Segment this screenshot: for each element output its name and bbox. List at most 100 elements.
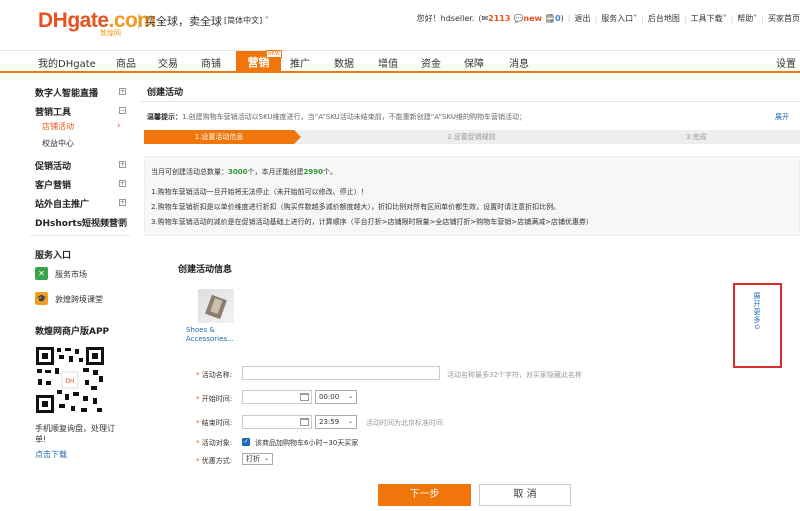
app-download-link[interactable]: 点击下载 xyxy=(35,449,67,460)
expand-icon[interactable]: + xyxy=(119,161,126,168)
top-bar: 您好！ hdseller. (✉ 2113 💬 new 🗒 0) | 退出 | … xyxy=(417,13,800,24)
sidebar-dhshorts[interactable]: DHshorts短视频营销 xyxy=(35,216,127,229)
new-badge[interactable]: new xyxy=(523,14,542,23)
product-image-icon xyxy=(205,294,227,320)
step-arrow xyxy=(294,130,301,144)
step-3: 3.完成 xyxy=(686,133,707,141)
time-hint: 活动时间为北京标准时间 xyxy=(366,419,443,427)
message-icon: (✉ xyxy=(478,14,489,23)
expand-more-link[interactable]: 展开更多⊙ xyxy=(752,292,762,331)
username[interactable]: hdseller. xyxy=(441,14,475,23)
order-icon: 🗒 xyxy=(544,14,556,23)
service-entry-title: 服务入口 xyxy=(35,251,72,261)
cancel-button[interactable]: 取 消 xyxy=(479,484,571,506)
chevron-down-icon: ˅ xyxy=(722,14,727,23)
language-label: [简体中文] xyxy=(224,16,263,25)
service-entry-link[interactable]: 服务入口 xyxy=(601,13,633,24)
quota-mid: 个，本月还能创建 xyxy=(247,168,304,176)
end-time-value: 23:59 xyxy=(319,418,340,426)
sidebar-promotions[interactable]: 促销活动 xyxy=(35,159,71,172)
nav-value-added[interactable]: 增值 xyxy=(378,55,398,70)
calendar-icon xyxy=(300,418,309,426)
chevron-down-icon: ˅ xyxy=(753,14,758,23)
buyer-home-link[interactable]: 买家首页 xyxy=(768,13,800,24)
app-description: 手机顺复询盘，处理订单! xyxy=(35,424,115,444)
message-count[interactable]: 2113 xyxy=(488,14,510,23)
name-label-text: 活动名称: xyxy=(201,371,233,379)
classroom-link[interactable]: 敦煌跨境课堂 xyxy=(55,294,103,305)
sidebar-item-store-activity[interactable]: 店铺活动 xyxy=(42,121,74,132)
nav-promotion[interactable]: 推广 xyxy=(290,55,310,70)
help-link[interactable]: 帮助 xyxy=(737,13,753,24)
sidebar-digital-live[interactable]: 数字人智能直播 xyxy=(35,86,98,99)
expand-link[interactable]: 展开 xyxy=(775,112,789,122)
target-checkbox[interactable]: ✓ xyxy=(242,438,250,446)
quota-total: 3000 xyxy=(228,168,248,176)
nav-data[interactable]: 数据 xyxy=(334,55,354,70)
page-title: 创建活动 xyxy=(147,88,184,98)
sitemap-link[interactable]: 后台地图 xyxy=(648,13,680,24)
form-title: 创建活动信息 xyxy=(178,265,233,275)
product-thumbnail[interactable] xyxy=(198,289,234,323)
expand-icon[interactable]: + xyxy=(119,199,126,206)
chevron-down-icon: ⌄ xyxy=(347,418,353,425)
activity-name-input[interactable] xyxy=(242,366,440,380)
quota-suffix: 个。 xyxy=(322,168,337,176)
expand-icon[interactable]: + xyxy=(119,88,126,95)
quota-line: 当月可创建活动总数量：3000个，本月还能创建2990个。 xyxy=(151,167,337,177)
target-option: 该商品加购物车6小时~30天买家 xyxy=(255,439,359,447)
nav-settings[interactable]: 设置 xyxy=(776,55,796,70)
sidebar-offsite-promotion[interactable]: 站外自主推广 xyxy=(35,197,89,210)
nav-new-badge: NEW xyxy=(266,50,282,58)
nav-my-dhgate[interactable]: 我的DHgate xyxy=(38,55,96,70)
next-button[interactable]: 下一步 xyxy=(378,484,471,506)
slogan: 买全球，卖全球 xyxy=(138,13,222,29)
sep: | xyxy=(761,14,764,23)
sep: | xyxy=(683,14,687,23)
svg-text:DH: DH xyxy=(65,378,74,385)
product-category-label[interactable]: Shoes & Accessories... xyxy=(186,326,236,344)
step-1: 1.设置活动信息 xyxy=(144,130,294,144)
sidebar-item-rights-center[interactable]: 权益中心 xyxy=(42,138,74,149)
service-market-icon: ✕ xyxy=(35,267,48,280)
nav-protection[interactable]: 保障 xyxy=(464,55,484,70)
title-divider xyxy=(141,101,800,102)
sidebar-customer-marketing[interactable]: 客户营销 xyxy=(35,178,71,191)
start-label: * 开始时间: xyxy=(196,394,232,404)
start-time-select[interactable]: 00:00 ⌄ xyxy=(315,390,357,404)
app-title: 敦煌网商户版APP xyxy=(35,327,110,337)
chevron-down-icon: ⌄ xyxy=(347,393,353,400)
collapse-icon[interactable]: − xyxy=(119,107,126,114)
note-2: 2.购物车营销折扣是以单价维度进行折扣（购买件数越多减价额度越大），折扣比例对所… xyxy=(151,203,561,211)
nav-shop[interactable]: 商铺 xyxy=(201,55,221,70)
nav-trade[interactable]: 交易 xyxy=(158,55,178,70)
nav-products[interactable]: 商品 xyxy=(116,55,136,70)
tools-download-link[interactable]: 工具下载 xyxy=(691,13,723,24)
start-time-value: 00:00 xyxy=(319,393,340,401)
quota-remain: 2990 xyxy=(303,168,323,176)
sep: | xyxy=(730,14,734,23)
tip-label: 温馨提示： xyxy=(147,113,182,121)
logo-main: DHgate xyxy=(38,9,109,32)
qr-code-icon: DH xyxy=(35,346,105,414)
tip-content: 1.创建购物车营销活动以SKU维度进行，当“A”SKU活动未结束前，不能重新创建… xyxy=(182,113,526,121)
nav-funds[interactable]: 资金 xyxy=(421,55,441,70)
language-select[interactable]: [简体中文] ˅ xyxy=(224,15,269,26)
expand-icon[interactable]: + xyxy=(119,180,126,187)
end-date-input[interactable] xyxy=(242,415,312,429)
note-3: 3.购物车营销活动的减价是在促销活动基础上进行的，计算顺序（平台打折>店铺限时限… xyxy=(151,218,594,226)
end-time-select[interactable]: 23:59 ⌄ xyxy=(315,415,357,429)
logout-link[interactable]: 退出 xyxy=(574,13,590,24)
tip-text: 温馨提示：1.创建购物车营销活动以SKU维度进行，当“A”SKU活动未结束前，不… xyxy=(147,112,526,122)
sidebar-marketing-tools[interactable]: 营销工具 xyxy=(35,105,71,118)
service-market-link[interactable]: 服务市场 xyxy=(55,269,87,280)
classroom-icon: 🎓 xyxy=(35,292,48,305)
nav-messages[interactable]: 消息 xyxy=(509,55,529,70)
discount-select[interactable]: 打折 ⌄ xyxy=(242,453,273,465)
start-label-text: 开始时间: xyxy=(201,395,233,403)
name-label: * 活动名称: xyxy=(196,370,232,380)
paren-close: ) xyxy=(560,14,564,23)
expand-icon[interactable]: + xyxy=(119,218,126,225)
target-label: * 活动对象: xyxy=(196,438,232,448)
start-date-input[interactable] xyxy=(242,390,312,404)
